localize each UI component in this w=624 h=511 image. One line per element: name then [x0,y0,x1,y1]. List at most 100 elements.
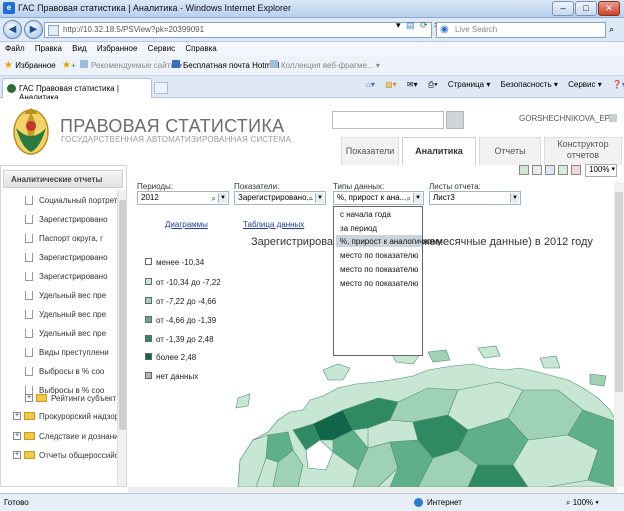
refresh-report-icon[interactable] [519,165,529,175]
dropdown-option[interactable]: с начала года [340,210,391,219]
minimize-button[interactable]: – [552,1,574,16]
sidebar-item-share-1[interactable]: Удельный вес пре [25,291,121,306]
site-search-button[interactable] [446,111,464,129]
russia-region-map[interactable] [128,340,617,487]
sidebar-group-investigation[interactable]: + Следствие и дознание [13,432,123,447]
menu-tools[interactable]: Сервис [148,44,175,53]
back-button[interactable]: ◀ [3,20,22,39]
page-menu[interactable]: Страница ▾ [448,80,491,89]
home-icon[interactable]: ⌂▾ [366,80,375,89]
status-zoom[interactable]: ⌕ 100% ▾ [566,498,599,508]
chevron-down-icon: ▼ [218,193,227,203]
sidebar-item-share-3[interactable]: Удельный вес пре [25,329,121,344]
dropdown-arrow-icon[interactable]: ▾ [396,20,401,30]
sidebar-item-outliers-1[interactable]: Выбросы в % соо [25,367,121,382]
page-header: ПРАВОВАЯ СТАТИСТИКА ГОСУДАРСТВЕННАЯ АВТО… [0,99,624,165]
help-icon[interactable]: ❓▾ [612,80,624,89]
sidebar-scroll-thumb[interactable] [119,200,126,430]
legend-item: от -10,34 до -7,22 [145,278,221,287]
search-placeholder: Live Search [455,25,498,34]
indicators-label: Показатели: [234,182,280,191]
search-go-icon[interactable]: ⌕ [609,24,614,35]
site-search-input[interactable] [332,111,444,129]
sidebar-item-district-passport[interactable]: Паспорт округа, г [25,234,121,249]
export-word-icon[interactable] [545,165,555,175]
add-favorite-icon[interactable]: ★+ [62,60,76,71]
mail-icon[interactable]: ✉▾ [407,80,418,89]
menu-view[interactable]: Вид [72,44,86,53]
tab-analytics[interactable]: ГАС Правовая статистика | Аналитика [2,78,152,102]
search-icon: ⌕ [211,194,216,203]
data-table-link[interactable]: Таблица данных [243,220,304,229]
periods-select[interactable]: 2012 ⌕ ▼ [137,191,229,205]
print-report-icon[interactable] [532,165,542,175]
dropdown-option-selected[interactable]: %, прирост к аналогичному [340,237,442,246]
zoom-icon: ⌕ [566,498,573,507]
menu-edit[interactable]: Правка [35,44,62,53]
dropdown-option[interactable]: место по показателю [340,251,418,260]
report-zoom-select[interactable]: 100% ▾ [585,164,617,177]
tab-report-builder[interactable]: Конструктор отчетов [544,137,622,165]
export-pdf-icon[interactable] [571,165,581,175]
print-icon[interactable]: ⎙▾ [428,80,438,89]
refresh-icon[interactable]: ⟳ [420,20,428,30]
sidebar-item-registered-3[interactable]: Зарегистрировано [25,272,121,287]
page-icon [48,25,59,36]
maximize-button[interactable]: □ [575,1,597,16]
sidebar-scrollbar[interactable] [117,190,126,486]
sidebar-group-federal-reports[interactable]: + Отчеты общероссийс [13,451,123,466]
feeds-icon[interactable]: ▧▾ [385,80,397,89]
search-input[interactable]: ◉ Live Search [436,22,606,38]
page-subtitle: ГОСУДАРСТВЕННАЯ АВТОМАТИЗИРОВАННАЯ СИСТЕ… [61,135,292,144]
menu-file[interactable]: Файл [5,44,25,53]
dropdown-option[interactable]: место по показателю [340,279,418,288]
menu-favorites[interactable]: Избранное [97,44,138,53]
sidebar: Аналитические отчеты Социальный портрет … [0,165,127,487]
sidebar-item-crime-types[interactable]: Виды преступлени [25,348,121,363]
diagrams-link[interactable]: Диаграммы [165,220,208,229]
tab-indicators[interactable]: Показатели [341,137,399,165]
fav-hotmail[interactable]: Бесплатная почта Hotmail [172,60,279,70]
new-tab-button[interactable] [154,82,168,94]
menu-help[interactable]: Справка [185,44,216,53]
address-url: http://10.32.18.5/PSView?pk=20399091 [63,25,205,34]
close-button[interactable]: ✕ [598,1,620,16]
favorites-button[interactable]: ★ Избранное [4,60,56,71]
globe-icon [414,498,423,508]
indicators-select[interactable]: Зарегистрировано... ⌕ ▼ [234,191,326,205]
star-icon: ★ [4,60,13,71]
window-titlebar: e ГАС Правовая статистика | Аналитика - … [0,0,624,18]
safety-menu[interactable]: Безопасность ▾ [501,80,558,89]
fav-recommended[interactable]: Рекомендуемые сайты ▾ [80,60,182,70]
sidebar-header[interactable]: Аналитические отчеты [3,170,123,188]
report-toolbar [519,165,584,177]
legend-swatch [145,278,152,286]
tools-menu[interactable]: Сервис ▾ [568,80,602,89]
status-text: Готово [4,498,29,507]
sidebar-group-prosecutor[interactable]: + Прокурорский надзор [13,412,123,427]
address-tools: ▾ ▤ ⟳ ✕ [396,20,441,31]
dropdown-option[interactable]: за период [340,224,377,233]
sidebar-item-registered-1[interactable]: Зарегистрировано [25,215,121,230]
dropdown-option[interactable]: место по показателю [340,265,418,274]
datatypes-select[interactable]: %, прирост к ана... ⌕ ▼ [333,191,424,205]
sidebar-item-registered-2[interactable]: Зарегистрировано [25,253,121,268]
tab-analytics-page[interactable]: Аналитика [402,137,476,165]
chevron-down-icon: ▼ [413,193,422,203]
ie-app-icon: e [3,2,15,14]
datatypes-label: Типы данных: [333,182,385,191]
datatypes-dropdown-list[interactable]: с начала года за период %, прирост к ана… [333,206,442,356]
sidebar-item-social-portrait[interactable]: Социальный портрет [25,196,121,211]
chevron-down-icon: ▼ [510,193,519,203]
forward-button[interactable]: ▶ [24,20,43,39]
user-menu-icon[interactable] [609,114,617,122]
address-bar[interactable]: http://10.32.18.5/PSView?pk=20399091 [44,22,432,38]
tab-reports[interactable]: Отчеты [479,137,541,165]
main-scroll-thumb[interactable] [615,192,623,392]
export-excel-icon[interactable] [558,165,568,175]
compat-view-icon[interactable]: ▤ [406,20,415,30]
main-scrollbar[interactable] [614,182,624,487]
sheets-select[interactable]: Лист3 ▼ [429,191,521,205]
sidebar-item-share-2[interactable]: Удельный вес пре [25,310,121,325]
fav-webslices[interactable]: Коллекция веб-фрагме... ▾ [270,60,380,70]
